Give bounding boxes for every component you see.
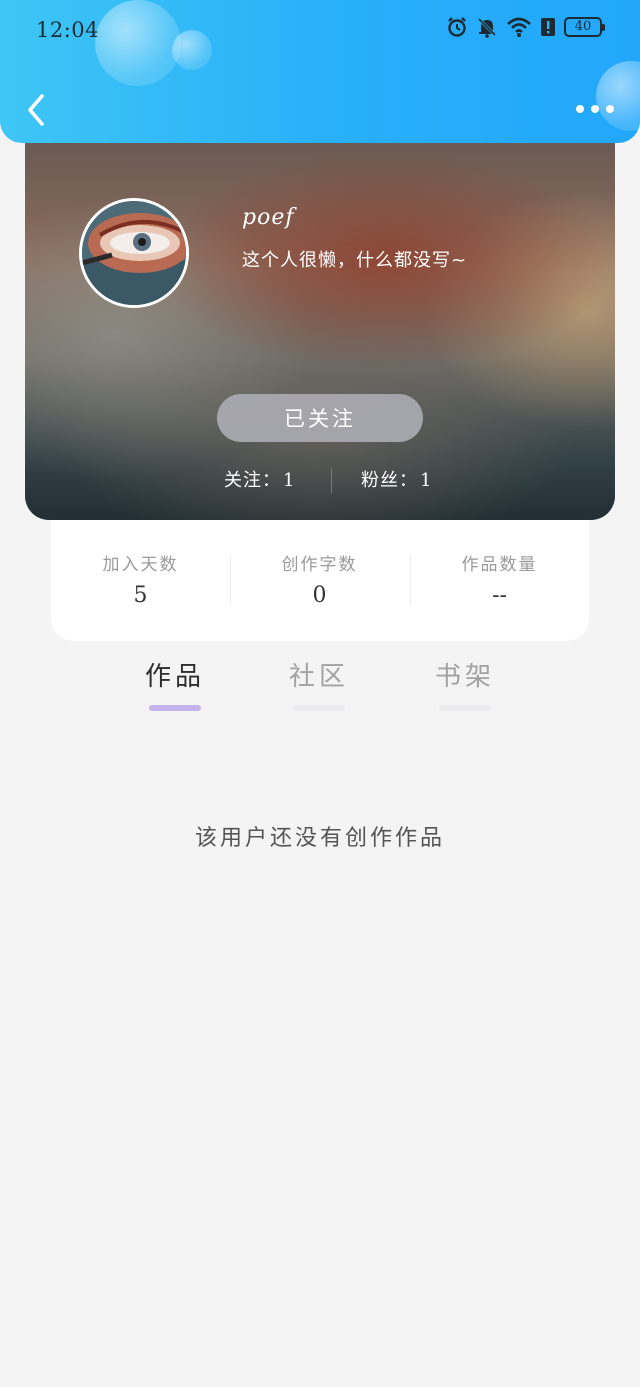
decorative-bubble — [172, 30, 212, 70]
stat-word-count: 创作字数 0 — [230, 550, 409, 608]
tab-indicator — [439, 705, 491, 711]
fans-count[interactable]: 粉丝： 1 — [361, 466, 432, 492]
battery-icon: 40 — [564, 17, 605, 37]
tab-indicator — [293, 705, 345, 711]
stat-join-days: 加入天数 5 — [51, 550, 230, 608]
alert-icon — [540, 16, 556, 38]
stat-label: 作品数量 — [461, 555, 538, 575]
following-label: 关注： — [224, 470, 281, 491]
tab-label: 社区 — [288, 662, 349, 692]
content-tabs: 作品 社区 书架 — [0, 655, 640, 725]
tab-label: 书架 — [434, 662, 495, 692]
tab-bookshelf[interactable]: 书架 — [405, 655, 525, 711]
profile-screen: 12:04 40 poef 这个人很懒，什么都没写~ 已关注 关注： 1 粉丝：… — [0, 0, 640, 1387]
chevron-left-icon — [28, 94, 44, 126]
stat-label: 加入天数 — [102, 555, 179, 575]
avatar[interactable] — [79, 198, 189, 308]
stat-works-count: 作品数量 -- — [410, 550, 589, 608]
profile-card: poef 这个人很懒，什么都没写~ 已关注 关注： 1 粉丝： 1 — [25, 110, 615, 520]
more-button[interactable] — [576, 96, 614, 122]
following-count[interactable]: 关注： 1 — [224, 466, 295, 492]
fans-label: 粉丝： — [361, 470, 418, 491]
more-horizontal-icon — [576, 105, 584, 113]
stats-panel: 加入天数 5 创作字数 0 作品数量 -- — [51, 510, 589, 641]
stat-value: 5 — [133, 583, 148, 608]
fans-value: 1 — [420, 470, 433, 491]
bell-muted-icon — [476, 16, 498, 38]
alarm-icon — [446, 16, 468, 38]
tab-label: 作品 — [144, 662, 205, 692]
empty-state-message: 该用户还没有创作作品 — [194, 826, 445, 851]
tab-works[interactable]: 作品 — [115, 655, 235, 711]
status-time: 12:04 — [36, 18, 100, 42]
avatar-image — [82, 201, 186, 305]
back-button[interactable] — [22, 90, 52, 130]
decorative-bubble — [95, 0, 181, 86]
stat-value: 0 — [312, 583, 327, 608]
status-icons: 40 — [446, 16, 605, 38]
tab-indicator — [149, 705, 201, 711]
social-stats: 关注： 1 粉丝： 1 — [25, 466, 615, 496]
following-value: 1 — [283, 470, 296, 491]
username: poef — [242, 205, 295, 230]
header-bar: 12:04 40 — [0, 0, 640, 143]
stat-label: 创作字数 — [281, 555, 358, 575]
followed-button[interactable]: 已关注 — [217, 394, 423, 442]
stat-value: -- — [492, 583, 507, 608]
wifi-icon — [506, 16, 532, 38]
divider — [331, 468, 332, 494]
tab-community[interactable]: 社区 — [259, 655, 379, 711]
user-bio: 这个人很懒，什么都没写~ — [242, 250, 468, 271]
